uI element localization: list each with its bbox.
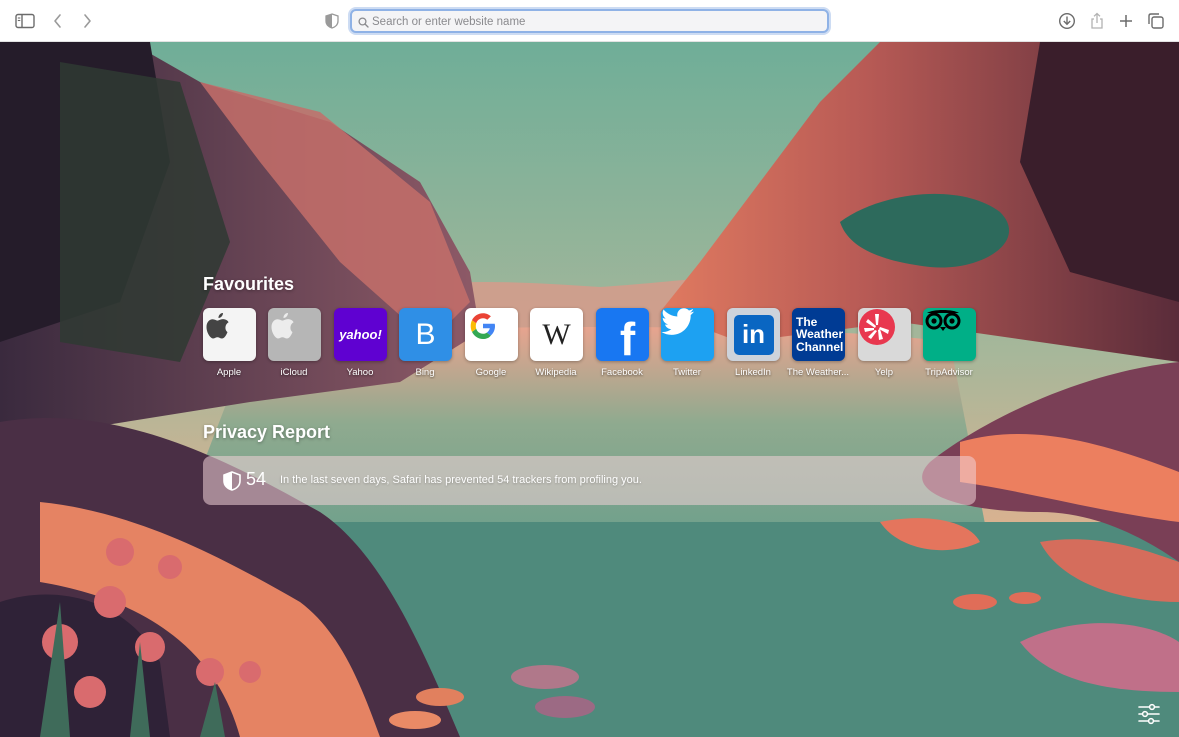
shield-icon[interactable] bbox=[321, 10, 343, 32]
favourite-yelp[interactable]: Yelp bbox=[858, 308, 911, 379]
browser-toolbar bbox=[0, 0, 1179, 42]
favourite-apple[interactable]: Apple bbox=[203, 308, 256, 379]
favourite-label: Wikipedia bbox=[535, 367, 577, 378]
tracker-count: 54 bbox=[246, 469, 267, 489]
favourite-linkedin[interactable]: in LinkedIn bbox=[727, 308, 780, 379]
bing-logo: B bbox=[399, 308, 452, 361]
favourite-label: The Weather... bbox=[786, 367, 850, 378]
favourite-tripadvisor[interactable]: TripAdvisor bbox=[923, 308, 976, 379]
address-bar[interactable] bbox=[350, 9, 829, 33]
apple-logo-icon bbox=[268, 308, 321, 361]
privacy-report-card[interactable]: 54 In the last seven days, Safari has pr… bbox=[203, 456, 976, 505]
plus-icon[interactable] bbox=[1115, 10, 1137, 32]
yelp-logo bbox=[858, 308, 911, 361]
share-icon[interactable] bbox=[1086, 10, 1108, 32]
favourite-label: Yelp bbox=[874, 367, 894, 378]
apple-logo-icon bbox=[203, 308, 256, 361]
favourite-label: Yahoo bbox=[346, 367, 374, 378]
search-icon bbox=[358, 15, 369, 33]
facebook-logo: f bbox=[596, 308, 649, 361]
favourite-label: Twitter bbox=[673, 367, 701, 378]
wikipedia-logo: W bbox=[530, 308, 583, 361]
favourite-bing[interactable]: B Bing bbox=[399, 308, 452, 379]
weather-channel-logo: The Weather Channel bbox=[792, 308, 845, 361]
start-page: Favourites Apple iCloud yahoo! Yahoo B B… bbox=[0, 42, 1179, 737]
chevron-left-icon[interactable] bbox=[47, 10, 69, 32]
favourite-facebook[interactable]: f Facebook bbox=[596, 308, 649, 379]
google-logo bbox=[465, 308, 518, 361]
twitter-bird-icon bbox=[661, 308, 714, 361]
favourite-icloud[interactable]: iCloud bbox=[268, 308, 321, 379]
tabs-icon[interactable] bbox=[1145, 10, 1167, 32]
wallpaper-image bbox=[0, 42, 1179, 737]
favourite-weather-channel[interactable]: The Weather Channel The Weather... bbox=[787, 308, 849, 391]
sliders-icon[interactable] bbox=[1137, 703, 1161, 725]
favourite-label: LinkedIn bbox=[735, 367, 771, 378]
favourite-google[interactable]: Google bbox=[465, 308, 518, 379]
favourite-label: Apple bbox=[216, 367, 242, 378]
favourite-yahoo[interactable]: yahoo! Yahoo bbox=[334, 308, 387, 379]
favourites-heading: Favourites bbox=[203, 274, 295, 294]
favourite-label: Google bbox=[475, 367, 507, 378]
favourite-label: Bing bbox=[415, 367, 435, 378]
chevron-right-icon[interactable] bbox=[76, 10, 98, 32]
favourite-wikipedia[interactable]: W Wikipedia bbox=[530, 308, 583, 379]
sidebar-icon[interactable] bbox=[14, 10, 36, 32]
tripadvisor-owl-icon bbox=[923, 308, 976, 361]
favourite-twitter[interactable]: Twitter bbox=[661, 308, 714, 379]
privacy-report-heading: Privacy Report bbox=[203, 422, 331, 442]
download-icon[interactable] bbox=[1056, 10, 1078, 32]
favourite-label: iCloud bbox=[280, 367, 308, 378]
address-input[interactable] bbox=[370, 12, 814, 32]
privacy-report-message: In the last seven days, Safari has preve… bbox=[280, 474, 642, 486]
favourite-label: TripAdvisor bbox=[925, 367, 973, 378]
favourite-label: Facebook bbox=[601, 367, 643, 378]
yahoo-logo: yahoo! bbox=[334, 308, 387, 361]
linkedin-logo: in bbox=[727, 308, 780, 361]
